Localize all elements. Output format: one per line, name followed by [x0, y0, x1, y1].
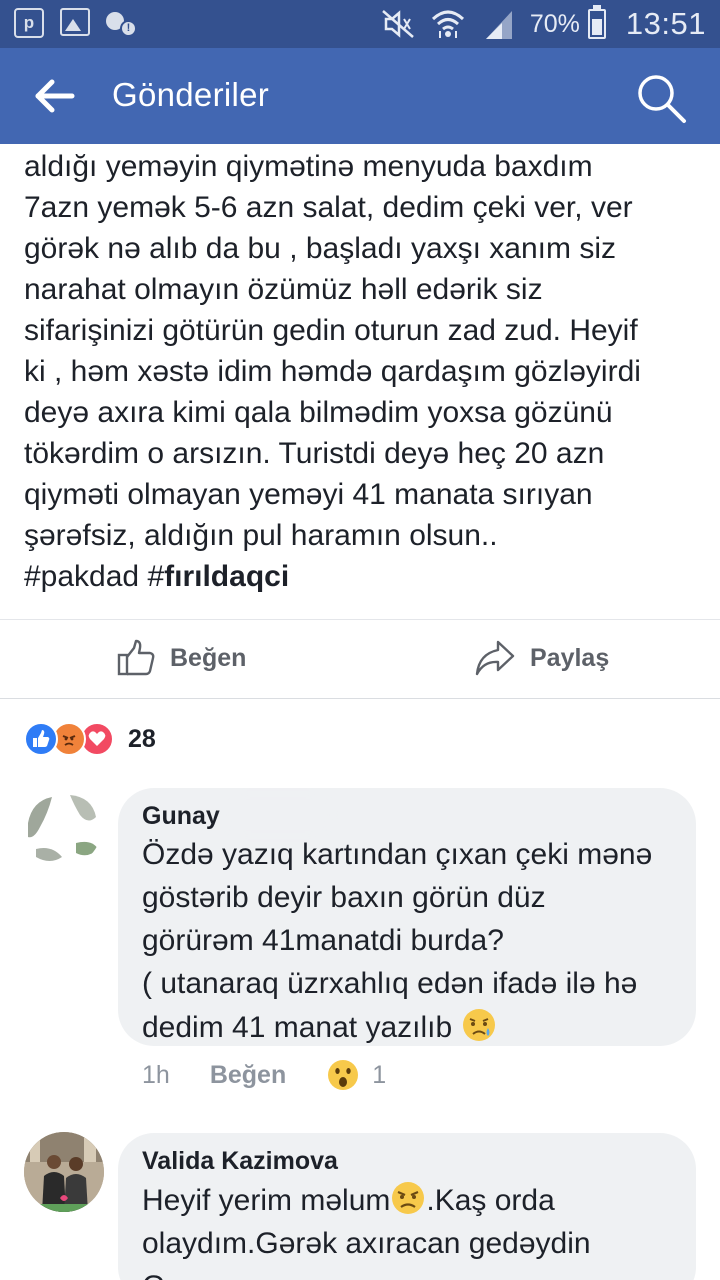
commenter-avatar[interactable] [24, 1132, 104, 1212]
sad-tear-emoji-icon [462, 1009, 495, 1041]
clock: 13:51 [625, 6, 706, 41]
back-arrow-icon[interactable] [28, 72, 80, 120]
reactions-summary[interactable]: 28 [24, 722, 156, 756]
avatar-image [24, 1132, 104, 1212]
thumbs-up-icon [117, 639, 155, 676]
post-line: ki , həm xəstə idim həmdə qardaşım gözlə… [24, 355, 641, 388]
comment-line: Gunay [142, 1267, 674, 1280]
comment-line: görürəm 41manatdi burda? [142, 924, 504, 957]
app-bar: Gönderiler [0, 48, 720, 144]
battery-icon [587, 5, 606, 39]
comment-meta: 1h Beğen 1 [142, 1058, 386, 1092]
comment-bubble[interactable]: Valida Kazimova Heyif yerim məlum .Kaş o… [118, 1133, 696, 1280]
comment-line-text: dedim 41 manat yazılıb [142, 1011, 453, 1044]
commenter-avatar[interactable] [22, 787, 102, 867]
comment-line: Heyif yerim məlum .Kaş orda [142, 1180, 674, 1220]
notification-p-icon: p [14, 8, 44, 38]
comment-line-text: .Kaş orda [426, 1184, 555, 1217]
post-action-bar: Beğen Paylaş [0, 619, 720, 699]
messenger-alert-icon: ! [106, 8, 137, 38]
angry-face-emoji-icon [392, 1182, 425, 1214]
search-icon[interactable] [632, 70, 690, 126]
post-line: qiyməti olmayan yeməyi 41 manata sırıyan [24, 478, 593, 511]
comment-line: olaydım.Gərək axıracan gedəydin [142, 1227, 591, 1260]
post-hashtags: #pakdad #fırıldaqci [24, 556, 694, 597]
hashtag-pakdad[interactable]: #pakdad [24, 560, 139, 593]
signal-icon [485, 11, 512, 39]
page-title: Gönderiler [112, 76, 270, 113]
wow-reaction-icon[interactable] [326, 1058, 360, 1092]
comment-line: ( utanaraq üzrxahlıq edən ifadə ilə hə [142, 967, 638, 1000]
divider [0, 699, 720, 707]
hashtag-bold-text: fırıldaqci [164, 560, 290, 593]
mute-icon [382, 10, 414, 38]
comment-line-text: Heyif yerim məlum [142, 1184, 391, 1217]
comment-author-name: Gunay [142, 802, 220, 830]
gallery-notification-icon [60, 8, 90, 36]
comment-like-button[interactable]: Beğen [210, 1061, 286, 1090]
share-arrow-icon [475, 640, 515, 676]
post-line: tökərdim o arsızın. Turistdi deyə heç 20… [24, 437, 605, 470]
reaction-count: 28 [128, 724, 156, 753]
post-line: görək nə alıb da bu , başladı yaxşı xanı… [24, 232, 616, 265]
post-line: sifarişinizi götürün gedin oturun zad zu… [24, 314, 638, 347]
status-bar: p ! 70% 13:51 [0, 0, 720, 48]
post-body: aldığı yeməyin qiymətinə menyuda baxdım … [24, 146, 694, 597]
post-line: aldığı yeməyin qiymətinə menyuda baxdım [24, 150, 593, 183]
post-line: narahat olmayın özümüz həll edərik siz [24, 273, 543, 306]
status-notifications: p ! [14, 8, 137, 38]
comment-line: dedim 41 manat yazılıb [142, 1007, 674, 1047]
share-label: Paylaş [530, 643, 610, 672]
comment-line: Özdə yazıq kartından çıxan çeki mənə [142, 838, 653, 871]
comment-author[interactable]: Valida Kazimova [142, 1147, 338, 1176]
avatar-image [22, 787, 102, 867]
comment-reaction-count: 1 [372, 1060, 387, 1089]
battery-percent: 70% [529, 9, 580, 38]
like-button[interactable]: Beğen [116, 638, 246, 678]
wifi-icon [431, 10, 464, 38]
comment-bubble[interactable]: Gunay Özdə yazıq kartından çıxan çeki mə… [118, 788, 696, 1046]
comment-author[interactable]: Gunay [142, 800, 326, 831]
like-label: Beğen [170, 643, 247, 672]
share-button[interactable]: Paylaş [474, 638, 609, 678]
post-line: 7azn yemək 5-6 azn salat, dedim çeki ver… [24, 191, 633, 224]
hashtag-prefix: # [147, 560, 165, 593]
post-line: şərəfsiz, aldığın pul haramın olsun.. [24, 519, 498, 552]
post-line: deyə axıra kimi qala bilmədim yoxsa gözü… [24, 396, 613, 429]
comment-timestamp: 1h [142, 1060, 170, 1089]
like-reaction-icon [24, 722, 58, 756]
redacted-surname [230, 800, 326, 830]
comment-line: göstərib deyir baxın görün düz [142, 881, 546, 914]
hashtag-firildaqci[interactable]: #fırıldaqci [147, 560, 289, 593]
